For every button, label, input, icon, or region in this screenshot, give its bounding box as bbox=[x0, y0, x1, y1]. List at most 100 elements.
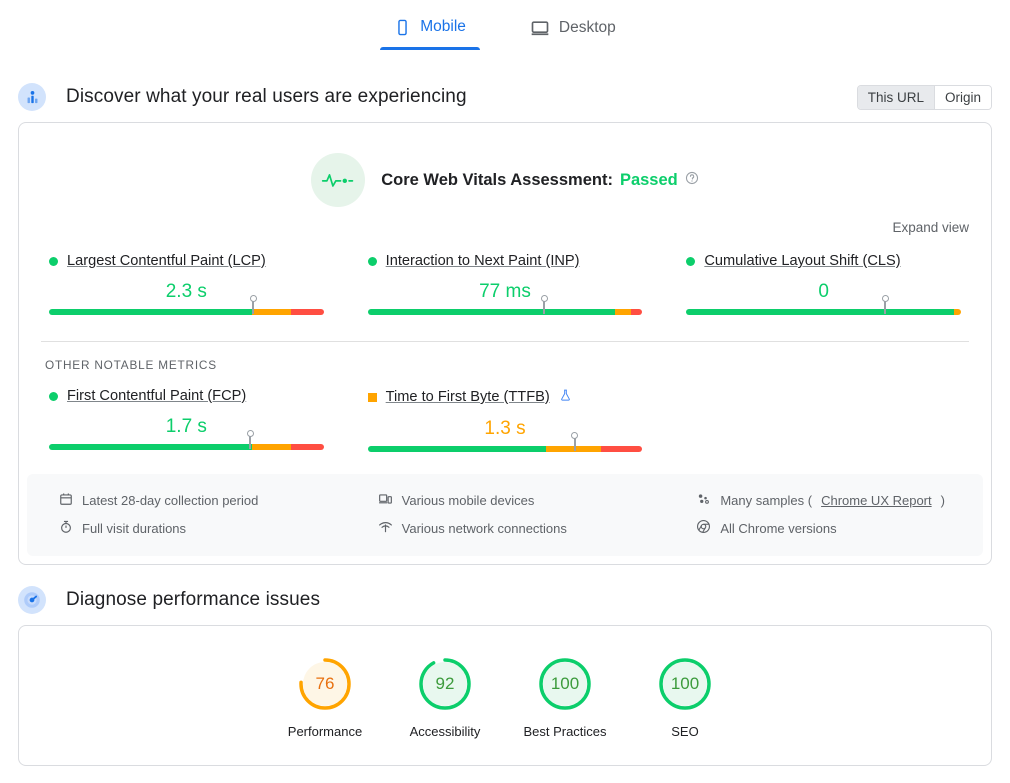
users-chart-icon bbox=[18, 83, 46, 111]
gauge-accessibility-ring: 92 bbox=[417, 656, 473, 712]
desktop-icon bbox=[530, 18, 550, 38]
notes-column-middle: Various mobile devices Various network c… bbox=[346, 486, 665, 542]
diagnose-title: Diagnose performance issues bbox=[66, 589, 321, 610]
core-web-vitals-assessment: Core Web Vitals Assessment: Passed bbox=[19, 123, 991, 207]
metric-fcp-title: First Contentful Paint (FCP) bbox=[49, 388, 324, 404]
metric-lcp-bar bbox=[49, 295, 324, 315]
assessment-status: Passed bbox=[619, 170, 678, 189]
metric-ttfb: Time to First Byte (TTFB) 1.3 s bbox=[346, 388, 665, 452]
metric-fcp-value: 1.7 s bbox=[165, 416, 207, 437]
field-data-title: Discover what your real users are experi… bbox=[66, 86, 467, 107]
metric-cls-title: Cumulative Layout Shift (CLS) bbox=[686, 253, 961, 269]
metric-cls-link[interactable]: Cumulative Layout Shift (CLS) bbox=[704, 253, 900, 269]
url-origin-toggle: This URL Origin bbox=[856, 84, 992, 110]
note-collection-period: Latest 28-day collection period bbox=[59, 486, 346, 514]
experiment-flask-icon[interactable] bbox=[559, 388, 572, 406]
gauge-accessibility[interactable]: 92 Accessibility bbox=[385, 656, 505, 739]
help-icon[interactable] bbox=[685, 171, 699, 190]
note-visit-durations: Full visit durations bbox=[59, 514, 346, 542]
other-metrics-grid: First Contentful Paint (FCP) 1.7 s Time … bbox=[19, 372, 991, 452]
note-chrome-versions-text: All Chrome versions bbox=[720, 520, 837, 536]
mobile-icon bbox=[394, 19, 411, 36]
metric-lcp-title: Largest Contentful Paint (LCP) bbox=[49, 253, 324, 269]
assessment-label: Core Web Vitals Assessment: bbox=[381, 170, 613, 189]
lighthouse-scores-card: 76 Performance 92 Accessibility 100 Best… bbox=[18, 625, 992, 766]
gauge-performance[interactable]: 76 Performance bbox=[265, 656, 385, 739]
gauge-accessibility-label: Accessibility bbox=[409, 724, 481, 739]
note-devices-text: Various mobile devices bbox=[401, 492, 535, 508]
field-data-header: Discover what your real users are experi… bbox=[0, 80, 1010, 114]
metric-inp-value: 77 ms bbox=[479, 281, 531, 302]
gauge-performance-value: 76 bbox=[315, 674, 335, 693]
metric-fcp-bar bbox=[49, 430, 324, 450]
chrome-icon bbox=[696, 519, 711, 537]
status-dot-good-icon bbox=[686, 256, 696, 266]
gauge-best-practices-ring: 100 bbox=[537, 656, 593, 712]
metric-fcp: First Contentful Paint (FCP) 1.7 s bbox=[27, 388, 346, 452]
metric-fcp-link[interactable]: First Contentful Paint (FCP) bbox=[67, 388, 246, 404]
assessment-text: Core Web Vitals Assessment: Passed bbox=[381, 171, 699, 190]
gauge-seo-ring: 100 bbox=[657, 656, 713, 712]
note-chrome-versions: All Chrome versions bbox=[696, 514, 983, 542]
gauge-performance-ring: 76 bbox=[297, 656, 353, 712]
gauge-best-practices-value: 100 bbox=[550, 674, 580, 693]
notes-column-right: Many samples ( Chrome UX Report) All Chro… bbox=[664, 486, 983, 542]
core-metrics-grid: Largest Contentful Paint (LCP) 2.3 s Int… bbox=[19, 237, 991, 315]
tab-desktop[interactable]: Desktop bbox=[516, 14, 630, 52]
notes-column-left: Latest 28-day collection period Full vis… bbox=[27, 486, 346, 542]
gauge-seo-value: 100 bbox=[670, 674, 700, 693]
note-samples: Many samples ( Chrome UX Report) bbox=[696, 486, 983, 514]
gauge-icon bbox=[18, 586, 46, 614]
chrome-ux-report-link[interactable]: Chrome UX Report bbox=[821, 493, 932, 508]
other-metrics-label: OTHER NOTABLE METRICS bbox=[45, 358, 217, 372]
metric-lcp-link[interactable]: Largest Contentful Paint (LCP) bbox=[67, 253, 266, 269]
metric-inp-title: Interaction to Next Paint (INP) bbox=[367, 253, 643, 269]
diagnose-header: Diagnose performance issues bbox=[0, 583, 1010, 617]
metric-inp-link[interactable]: Interaction to Next Paint (INP) bbox=[386, 253, 580, 269]
tab-mobile-label: Mobile bbox=[420, 18, 466, 35]
note-samples-text-after: ) bbox=[940, 492, 945, 508]
pulse-icon bbox=[311, 153, 366, 207]
status-dot-good-icon bbox=[49, 391, 58, 401]
devices-icon bbox=[378, 492, 393, 509]
device-tabs: Mobile Desktop bbox=[0, 0, 1010, 62]
status-dot-good-icon bbox=[367, 256, 377, 266]
field-data-card: Core Web Vitals Assessment: Passed Expan… bbox=[18, 122, 992, 565]
note-network-text: Various network connections bbox=[401, 520, 567, 536]
expand-view-button[interactable]: Expand view bbox=[892, 220, 969, 235]
tab-desktop-label: Desktop bbox=[558, 19, 616, 36]
metric-lcp: Largest Contentful Paint (LCP) 2.3 s bbox=[27, 253, 346, 315]
metric-ttfb-link[interactable]: Time to First Byte (TTFB) bbox=[386, 389, 550, 405]
expand-view-row: Expand view bbox=[19, 207, 991, 237]
gauge-performance-label: Performance bbox=[287, 724, 363, 739]
note-devices: Various mobile devices bbox=[378, 486, 665, 514]
metric-ttfb-bar bbox=[367, 432, 643, 452]
samples-icon bbox=[696, 492, 711, 509]
metric-inp: Interaction to Next Paint (INP) 77 ms bbox=[346, 253, 665, 315]
metric-lcp-value: 2.3 s bbox=[165, 281, 207, 302]
metric-inp-bar bbox=[367, 295, 643, 315]
status-square-average-icon bbox=[367, 392, 377, 402]
stopwatch-icon bbox=[59, 520, 73, 537]
metric-ttfb-value: 1.3 s bbox=[484, 418, 526, 439]
gauge-seo[interactable]: 100 SEO bbox=[625, 656, 745, 739]
gauge-best-practices-label: Best Practices bbox=[523, 724, 607, 739]
toggle-this-url[interactable]: This URL bbox=[857, 85, 934, 109]
gauge-accessibility-value: 92 bbox=[435, 674, 455, 693]
metric-ttfb-title: Time to First Byte (TTFB) bbox=[367, 388, 643, 406]
note-collection-period-text: Latest 28-day collection period bbox=[82, 492, 259, 508]
note-network: Various network connections bbox=[378, 514, 665, 542]
tab-active-underline bbox=[380, 47, 480, 50]
network-icon bbox=[378, 520, 393, 537]
toggle-origin[interactable]: Origin bbox=[933, 85, 991, 109]
gauge-seo-label: SEO bbox=[671, 724, 699, 739]
score-gauges: 76 Performance 92 Accessibility 100 Best… bbox=[19, 626, 991, 765]
note-samples-text: Many samples ( bbox=[720, 492, 813, 508]
tab-mobile[interactable]: Mobile bbox=[380, 14, 480, 50]
data-source-notes: Latest 28-day collection period Full vis… bbox=[27, 474, 983, 556]
note-visit-durations-text: Full visit durations bbox=[82, 520, 187, 536]
metric-cls: Cumulative Layout Shift (CLS) 0 bbox=[664, 253, 983, 315]
status-dot-good-icon bbox=[49, 256, 58, 266]
metric-cls-bar bbox=[686, 295, 961, 315]
gauge-best-practices[interactable]: 100 Best Practices bbox=[505, 656, 625, 739]
